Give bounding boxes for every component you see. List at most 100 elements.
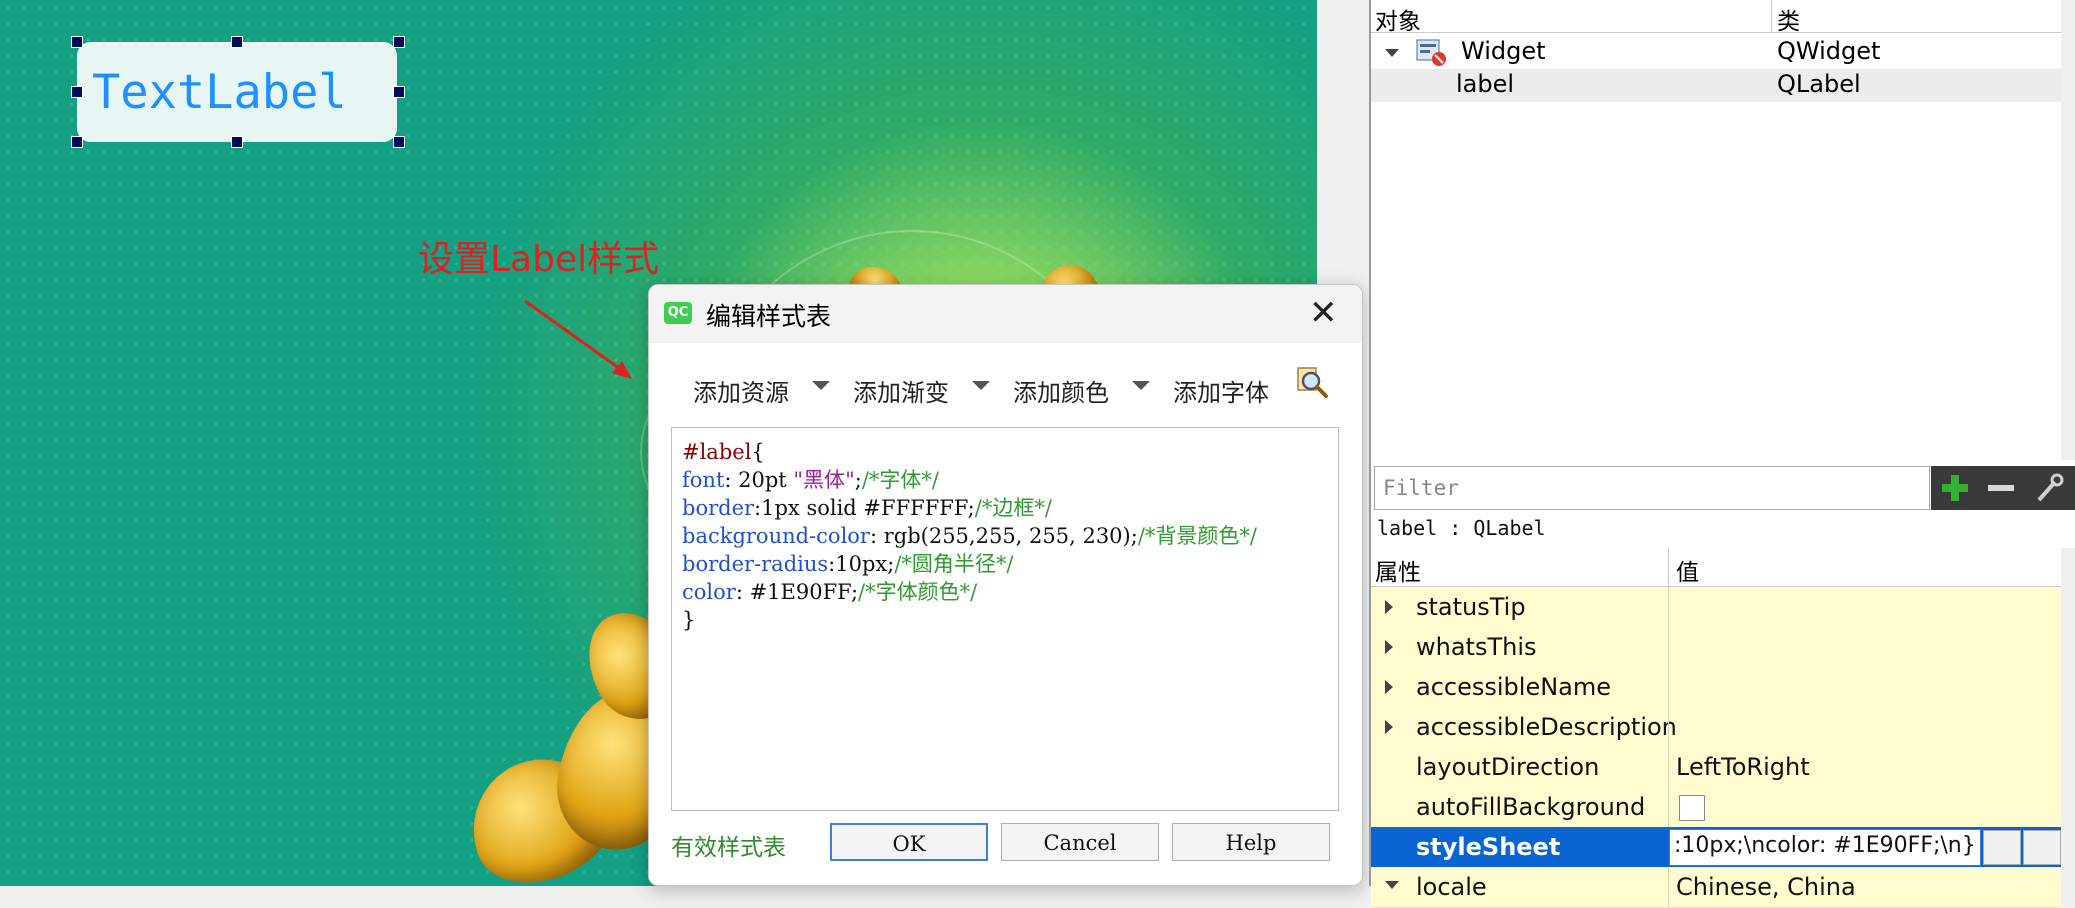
property-value: :10px;\ncolor: #1E90FF;\n} — [1674, 833, 1976, 858]
column-value[interactable]: 值 — [1676, 553, 1699, 587]
property-value[interactable]: LeftToRight — [1676, 753, 1810, 781]
code-value: :1px solid #FFFFFF; — [754, 496, 975, 520]
column-property[interactable]: 属性 — [1375, 553, 1421, 587]
code-value: : #1E90FF; — [735, 580, 859, 604]
column-divider — [1668, 787, 1669, 827]
property-name: statusTip — [1416, 593, 1526, 621]
property-row-locale[interactable]: locale Chinese, China — [1371, 867, 2061, 908]
close-icon[interactable]: ✕ — [1309, 293, 1338, 333]
code-comment: /*字体*/ — [861, 468, 939, 492]
property-name: locale — [1416, 873, 1487, 901]
annotation-arrow-icon — [524, 299, 632, 379]
property-row-whatsthis[interactable]: whatsThis — [1371, 627, 2061, 668]
property-editor-scrollbar[interactable] — [2061, 548, 2075, 886]
code-comment: /*背景颜色*/ — [1137, 524, 1257, 548]
dialog-titlebar[interactable]: QC 编辑样式表 ✕ — [649, 285, 1362, 343]
code-value: : rgb(255,255, 255, 230); — [869, 524, 1138, 548]
chevron-down-icon[interactable] — [972, 381, 990, 390]
selected-object-class: label : QLabel — [1377, 516, 1546, 540]
chevron-down-icon[interactable] — [1132, 381, 1150, 390]
column-divider — [1668, 867, 1669, 907]
property-row-accessiblename[interactable]: accessibleName — [1371, 667, 2061, 708]
property-row-stylesheet[interactable]: styleSheet :10px;\ncolor: #1E90FF;\n} — [1371, 827, 2061, 868]
text-label-widget[interactable]: TextLabel — [77, 42, 397, 142]
resize-handle[interactable] — [393, 36, 405, 48]
code-property: background-color — [682, 524, 870, 548]
ok-button[interactable]: OK — [830, 823, 988, 861]
text-label-text: TextLabel — [92, 65, 347, 120]
column-divider[interactable] — [1771, 0, 1772, 32]
cancel-button[interactable]: Cancel — [1001, 823, 1159, 861]
code-string: "黑体" — [793, 468, 855, 492]
property-value[interactable]: Chinese, China — [1676, 873, 1856, 901]
property-row-autofillbackground[interactable]: autoFillBackground — [1371, 787, 2061, 828]
chevron-right-icon[interactable] — [1385, 720, 1393, 734]
chevron-right-icon[interactable] — [1385, 640, 1393, 654]
widget-icon — [1416, 39, 1446, 66]
resize-handle[interactable] — [71, 136, 83, 148]
object-class: QLabel — [1777, 70, 1861, 98]
ellipsis-button[interactable] — [1983, 830, 2021, 865]
add-gradient-button[interactable]: 添加渐变 — [853, 373, 949, 408]
resize-handle[interactable] — [393, 86, 405, 98]
filter-placeholder: Filter — [1383, 476, 1459, 500]
add-resource-button[interactable]: 添加资源 — [693, 373, 789, 408]
resize-handle[interactable] — [231, 36, 243, 48]
property-filter-field[interactable]: Filter — [1374, 466, 1930, 510]
resize-handle[interactable] — [393, 136, 405, 148]
add-font-button[interactable]: 添加字体 — [1173, 373, 1269, 408]
code-value: :10px; — [828, 552, 895, 576]
object-name: label — [1456, 70, 1515, 98]
annotation-text: 设置Label样式 — [418, 239, 660, 280]
property-name: styleSheet — [1416, 833, 1561, 861]
plus-icon[interactable] — [1939, 472, 1971, 504]
property-row-layoutdirection[interactable]: layoutDirection LeftToRight — [1371, 747, 2061, 788]
property-toolbar — [1931, 466, 2075, 510]
reset-icon[interactable] — [2023, 830, 2061, 865]
code-comment: /*圆角半径*/ — [894, 552, 1014, 576]
code-brace: } — [682, 608, 696, 632]
chevron-right-icon[interactable] — [1385, 680, 1393, 694]
chevron-down-icon[interactable] — [1385, 49, 1399, 57]
stylesheet-code: #label{ font: 20pt "黑体";/*字体*/ border:1p… — [682, 438, 1257, 634]
object-inspector-scrollbar[interactable] — [2061, 0, 2075, 460]
property-row-accessibledescription[interactable]: accessibleDescription — [1371, 707, 2061, 748]
property-editor-header: 属性 值 — [1371, 548, 2061, 587]
object-class: QWidget — [1777, 37, 1881, 65]
column-divider — [1668, 587, 1669, 627]
code-property: border-radius — [682, 552, 829, 576]
help-button[interactable]: Help — [1172, 823, 1330, 861]
column-class[interactable]: 类 — [1777, 2, 1800, 36]
resize-handle[interactable] — [231, 136, 243, 148]
property-name: accessibleName — [1416, 673, 1612, 701]
stylesheet-value-field[interactable]: :10px;\ncolor: #1E90FF;\n} — [1669, 829, 1981, 866]
property-name: whatsThis — [1416, 633, 1537, 661]
column-divider — [1668, 707, 1669, 747]
property-name: accessibleDescription — [1416, 713, 1677, 741]
code-comment: /*字体颜色*/ — [858, 580, 978, 604]
chevron-right-icon[interactable] — [1385, 600, 1393, 614]
property-name: layoutDirection — [1416, 753, 1600, 781]
autofill-checkbox[interactable] — [1679, 795, 1705, 821]
column-divider — [1668, 747, 1669, 787]
chevron-down-icon[interactable] — [1385, 881, 1399, 889]
resize-handle[interactable] — [71, 86, 83, 98]
object-row-label[interactable]: label QLabel — [1371, 69, 2061, 102]
code-brace: { — [751, 440, 765, 464]
chevron-down-icon[interactable] — [812, 381, 830, 390]
object-row-widget[interactable]: Widget QWidget — [1371, 36, 2061, 69]
magnifier-icon[interactable] — [1295, 365, 1329, 399]
dialog-title: 编辑样式表 — [706, 302, 832, 331]
wrench-icon[interactable] — [2033, 472, 2065, 504]
column-object[interactable]: 对象 — [1375, 2, 1421, 36]
column-divider[interactable] — [1668, 548, 1669, 586]
resize-handle[interactable] — [71, 36, 83, 48]
right-dock-panel: 对象 类 Widget QWidget label QLabel Filter — [1369, 0, 2075, 908]
stylesheet-editor[interactable]: #label{ font: 20pt "黑体";/*字体*/ border:1p… — [671, 427, 1339, 811]
minus-icon[interactable] — [1985, 472, 2017, 504]
property-row-statustip[interactable]: statusTip — [1371, 587, 2061, 628]
code-property: border — [682, 496, 755, 520]
object-name: Widget — [1461, 37, 1546, 65]
object-inspector-header: 对象 类 — [1371, 0, 2061, 36]
add-color-button[interactable]: 添加颜色 — [1013, 373, 1109, 408]
